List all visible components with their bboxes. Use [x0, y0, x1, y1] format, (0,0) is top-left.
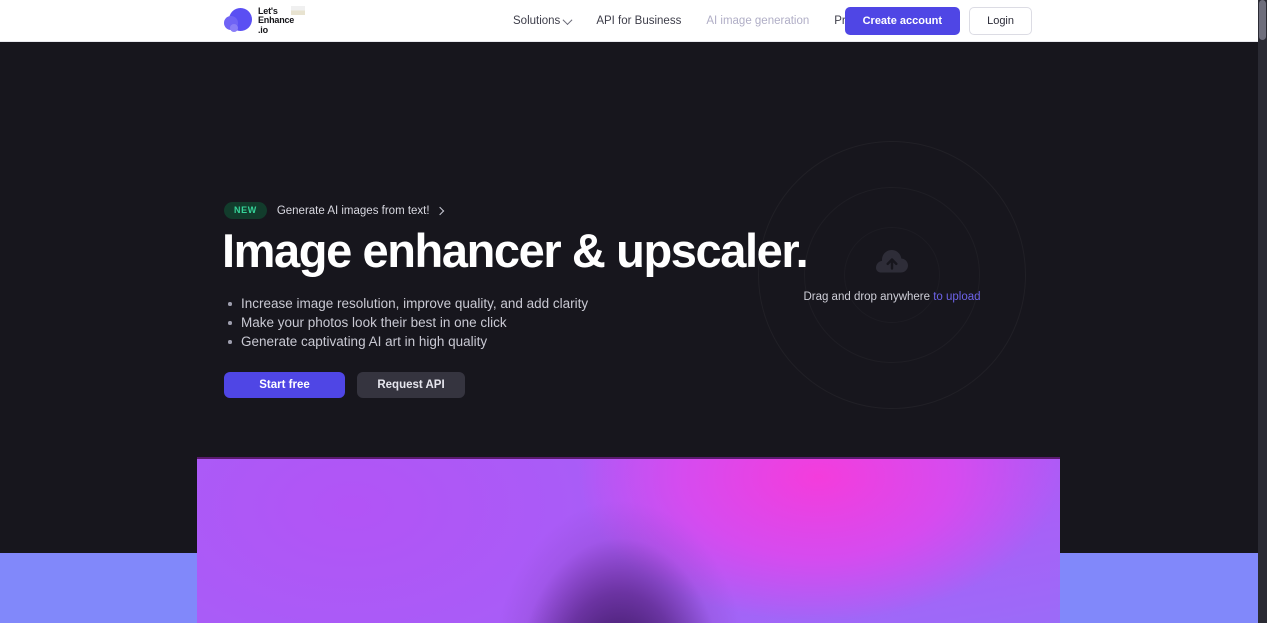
header-actions: Create account Login — [844, 7, 1032, 35]
site-header: Let's Enhance .io Solutions API for Busi… — [0, 0, 1258, 42]
dropzone-main-text: Drag and drop anywhere — [803, 290, 931, 303]
upload-dropzone[interactable]: Drag and drop anywhere to upload — [758, 141, 1026, 409]
page-title: Image enhancer & upscaler. — [222, 224, 809, 277]
nav-label-ai-image-generation: AI image generation — [706, 15, 810, 27]
brand-line-2: Enhance — [258, 15, 295, 26]
logo-icon — [224, 7, 252, 35]
nav-item-solutions[interactable]: Solutions — [513, 14, 573, 27]
list-item: Increase image resolution, improve quali… — [224, 294, 588, 313]
create-account-button[interactable]: Create account — [844, 7, 961, 35]
new-feature-banner[interactable]: NEW Generate AI images from text! — [224, 202, 444, 219]
vertical-scrollbar[interactable] — [1258, 0, 1267, 623]
chevron-right-icon — [435, 206, 444, 215]
hero-section: NEW Generate AI images from text! Image … — [0, 42, 1258, 457]
showcase-image — [197, 457, 1060, 623]
dropzone-text: Drag and drop anywhere to upload — [803, 291, 980, 303]
list-item: Make your photos look their best in one … — [224, 313, 588, 332]
nav-label-solutions: Solutions — [513, 15, 561, 27]
brand-wordmark: Let's Enhance .io — [258, 5, 305, 36]
nav-item-api-for-business[interactable]: API for Business — [596, 15, 681, 27]
showcase-top-edge — [197, 457, 1060, 459]
brand-line-1: Let's — [258, 5, 278, 16]
feature-list: Increase image resolution, improve quali… — [224, 294, 588, 351]
upload-link[interactable]: to upload — [933, 291, 980, 303]
nav-label-api-for-business: API for Business — [596, 15, 682, 27]
new-feature-label: Generate AI images from text! — [276, 204, 444, 217]
new-badge: NEW — [224, 202, 267, 219]
brand-logo[interactable]: Let's Enhance .io — [224, 4, 305, 38]
new-feature-text: Generate AI images from text! — [276, 204, 430, 217]
scrollbar-thumb[interactable] — [1259, 0, 1266, 40]
page-root: Let's Enhance .io Solutions API for Busi… — [0, 0, 1267, 623]
nav-item-ai-image-generation[interactable]: AI image generation — [706, 15, 809, 27]
cloud-upload-icon — [875, 248, 909, 279]
chevron-down-icon — [562, 14, 573, 25]
login-button[interactable]: Login — [969, 7, 1032, 35]
ukraine-flag-icon — [291, 5, 305, 15]
request-api-button[interactable]: Request API — [357, 372, 465, 398]
start-free-button[interactable]: Start free — [224, 372, 345, 398]
brand-line-3: .io — [258, 24, 268, 35]
list-item: Generate captivating AI art in high qual… — [224, 332, 588, 351]
cta-group: Start free Request API — [224, 372, 465, 398]
